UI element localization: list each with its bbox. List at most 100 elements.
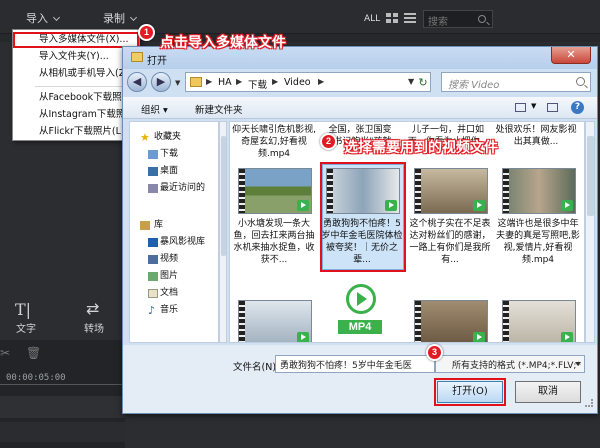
preview-pane-icon[interactable] bbox=[547, 103, 558, 112]
file-caption[interactable]: 小水塘发现一条大鱼，回去扛来两台抽水机来抽水捉鱼，收获不... bbox=[232, 218, 316, 266]
view-options-icon[interactable] bbox=[515, 103, 526, 112]
breadcrumb-separator-icon[interactable]: ▶ bbox=[206, 77, 212, 86]
media-search-placeholder: 搜索 bbox=[428, 17, 448, 28]
record-menu-button[interactable]: 录制 bbox=[103, 10, 138, 26]
text-tool-label: 文字 bbox=[16, 324, 36, 335]
film-strip bbox=[415, 169, 421, 213]
menu-item-facebook[interactable]: 从Facebook下载照片 bbox=[13, 90, 139, 106]
video-thumbnail[interactable] bbox=[238, 168, 312, 214]
address-bar[interactable]: ▶ HA ▶ 下载 ▶ Video ▶ ▼ ↻ bbox=[185, 72, 431, 92]
organize-button[interactable]: 组织 ▾ bbox=[141, 102, 168, 116]
dialog-footer: 文件名(N): 勇敢狗狗不怕疼！5岁中年金毛医 所有支持的格式 (*.MP4;*… bbox=[123, 345, 597, 413]
play-icon bbox=[473, 200, 485, 211]
text-tool-icon[interactable]: T| bbox=[15, 300, 31, 319]
back-arrow-icon[interactable]: ◀ bbox=[127, 72, 147, 92]
nav-label: 视频 bbox=[160, 254, 179, 264]
nav-item-pictures[interactable]: 图片 bbox=[130, 269, 220, 284]
transition-tool-icon[interactable]: ⇄ bbox=[86, 299, 99, 318]
breadcrumb-separator-icon[interactable]: ▶ bbox=[236, 77, 242, 86]
scissors-icon[interactable]: ✂ bbox=[0, 346, 10, 360]
refresh-icon[interactable]: ↻ bbox=[416, 77, 430, 89]
view-all-filter[interactable]: ALL bbox=[364, 14, 380, 24]
transition-tool-label: 转场 bbox=[84, 324, 104, 335]
film-strip bbox=[239, 169, 245, 213]
filename-label: 文件名(N): bbox=[233, 362, 280, 373]
file-caption[interactable]: 仰天长啸引危机影视,奇屋玄幻,好看视频.mp4 bbox=[232, 124, 316, 160]
recent-locations-chevron-icon[interactable]: ▼ bbox=[175, 79, 180, 87]
nav-item-documents[interactable]: 文档 bbox=[130, 286, 220, 301]
video-thumbnail[interactable] bbox=[238, 300, 312, 342]
nav-item-videos[interactable]: 视频 bbox=[130, 252, 220, 267]
file-caption[interactable]: 处很欢乐！网友影视出其真做... bbox=[494, 124, 578, 148]
video-thumbnail[interactable] bbox=[414, 300, 488, 342]
menu-item-flickr[interactable]: 从Flickr下载照片(L) bbox=[13, 124, 139, 140]
menu-item-import-folder[interactable]: 导入文件夹(Y)... bbox=[13, 49, 139, 65]
chevron-down-icon bbox=[575, 362, 581, 366]
dialog-title: 打开 bbox=[147, 56, 167, 67]
media-search-input[interactable]: 搜索 bbox=[423, 10, 493, 28]
menu-item-import-camera[interactable]: 从相机或手机导入(Z)... bbox=[13, 66, 139, 82]
filename-input[interactable]: 勇敢狗狗不怕疼！5岁中年金毛医 bbox=[275, 355, 435, 373]
nav-label: 最近访问的 bbox=[160, 183, 206, 193]
new-folder-button[interactable]: 新建文件夹 bbox=[195, 102, 243, 116]
resize-grip-icon[interactable] bbox=[585, 399, 593, 407]
view-options-chevron-icon[interactable]: ▼ bbox=[531, 102, 536, 110]
scrollbar-thumb[interactable] bbox=[221, 136, 226, 256]
import-menu-button[interactable]: 导入 bbox=[26, 10, 61, 26]
close-button[interactable]: ✕ bbox=[551, 47, 591, 64]
cancel-button[interactable]: 取消 bbox=[515, 381, 581, 403]
menu-item-instagram[interactable]: 从Instagram下载照片 bbox=[13, 107, 139, 123]
document-icon bbox=[148, 289, 158, 298]
breadcrumb-separator-icon[interactable]: ▶ bbox=[318, 77, 324, 86]
video-thumbnail[interactable] bbox=[326, 168, 400, 214]
nav-item-desktop[interactable]: 桌面 bbox=[130, 164, 220, 179]
nav-item-downloads[interactable]: 下载 bbox=[130, 147, 220, 162]
filetype-select[interactable]: 所有支持的格式 (*.MP4;*.FLV;* bbox=[435, 355, 585, 373]
timeline-audio-track[interactable] bbox=[0, 422, 125, 442]
address-dropdown-chevron-icon[interactable]: ▼ bbox=[408, 77, 414, 86]
nav-item-music[interactable]: ♪ 音乐 bbox=[130, 303, 220, 318]
step-3-badge: 3 bbox=[426, 344, 443, 361]
trash-icon[interactable]: 🗑 bbox=[26, 346, 41, 360]
scrollbar-thumb[interactable] bbox=[587, 136, 594, 216]
search-icon bbox=[478, 15, 486, 23]
dialog-search-placeholder: 搜索 Video bbox=[448, 80, 500, 91]
navigation-scrollbar[interactable] bbox=[219, 121, 227, 343]
breadcrumb-video[interactable]: Video bbox=[284, 77, 311, 88]
filetype-value: 所有支持的格式 (*.MP4;*.FLV;* bbox=[452, 361, 581, 371]
file-caption-selected[interactable]: 勇敢狗狗不怕疼！5岁中年金毛医院体检被夸奖！｜无价之辈... bbox=[320, 218, 404, 266]
breadcrumb-separator-icon[interactable]: ▶ bbox=[272, 77, 278, 86]
grid-view-icon[interactable] bbox=[386, 13, 399, 24]
video-thumbnail[interactable] bbox=[414, 168, 488, 214]
menu-item-import-media[interactable]: 导入多媒体文件(X)... bbox=[13, 32, 139, 48]
film-strip bbox=[239, 301, 245, 342]
command-bar: 组织 ▾ 新建文件夹 ▼ ? bbox=[123, 97, 597, 119]
nav-label: 收藏夹 bbox=[154, 132, 182, 142]
play-icon bbox=[297, 332, 309, 342]
open-button[interactable]: 打开(O) bbox=[434, 378, 506, 406]
list-view-icon[interactable] bbox=[404, 13, 417, 24]
address-row: ◀ ▶ ▼ ▶ HA ▶ 下载 ▶ Video ▶ ▼ ↻ 搜索 Video bbox=[123, 69, 597, 95]
video-thumbnail[interactable] bbox=[502, 168, 576, 214]
breadcrumb-downloads[interactable]: 下载 bbox=[248, 77, 267, 91]
dialog-search-input[interactable]: 搜索 Video bbox=[441, 72, 591, 92]
nav-item-libraries[interactable]: 库 bbox=[130, 218, 220, 233]
file-list-scrollbar[interactable] bbox=[585, 121, 595, 343]
film-strip bbox=[503, 301, 509, 342]
forward-arrow-icon[interactable]: ▶ bbox=[151, 72, 171, 92]
file-caption[interactable]: 这个桃子实在不足表达对粉丝们的感谢，一路上有你们是我所有... bbox=[408, 218, 492, 266]
nav-item-recent[interactable]: 最近访问的 bbox=[130, 181, 220, 196]
help-icon[interactable]: ? bbox=[571, 101, 584, 114]
timeline-video-track[interactable] bbox=[0, 396, 125, 418]
import-dropdown-menu: 导入多媒体文件(X)... 导入文件夹(Y)... 从相机或手机导入(Z)...… bbox=[12, 29, 140, 141]
breadcrumb-ha[interactable]: HA bbox=[218, 77, 232, 88]
play-icon bbox=[561, 332, 573, 342]
video-thumbnail[interactable] bbox=[502, 300, 576, 342]
nav-label: 图片 bbox=[160, 271, 179, 281]
nav-item-favorites[interactable]: ★ 收藏夹 bbox=[130, 130, 220, 145]
mp4-file-icon[interactable]: MP4 bbox=[328, 280, 392, 340]
picture-icon bbox=[148, 272, 158, 281]
file-caption[interactable]: 这端许也是很多中年夫妻的真是写照吧,影视,爱情片,好看视频.mp4 bbox=[496, 218, 580, 266]
mp4-badge: MP4 bbox=[338, 320, 382, 334]
nav-item-video-library[interactable]: 暴风影视库 bbox=[130, 235, 220, 250]
